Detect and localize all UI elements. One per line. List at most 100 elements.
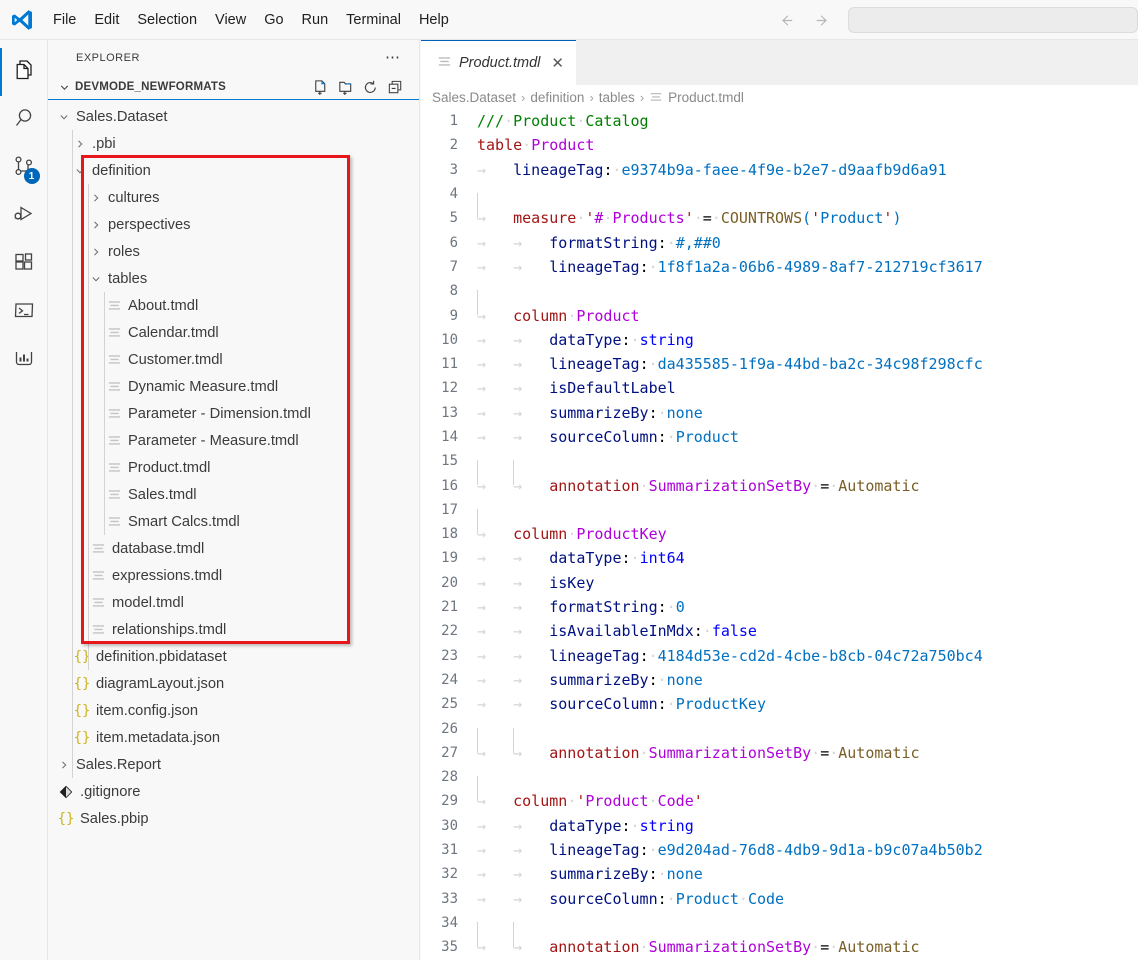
json-file-icon: {} xyxy=(56,811,76,827)
new-folder-icon[interactable] xyxy=(335,77,355,97)
menu-view[interactable]: View xyxy=(206,6,255,34)
code-line: 10→ → dataType:·string xyxy=(421,328,1138,352)
chevron-down-icon[interactable] xyxy=(88,273,104,285)
breadcrumb-item-1[interactable]: definition xyxy=(530,90,584,105)
tree-folder-row[interactable]: Sales.Dataset xyxy=(48,103,419,130)
tree-file-row[interactable]: relationships.tmdl xyxy=(48,616,419,643)
tab-indent-marker: → xyxy=(513,622,549,640)
tree-item-label: tables xyxy=(104,271,147,287)
tree-folder-row[interactable]: tables xyxy=(48,265,419,292)
activity-item-source-control[interactable]: 1 xyxy=(0,144,48,192)
workspace-folder-header[interactable]: DEVMODE_NEWFORMATS xyxy=(48,75,419,99)
chevron-down-icon[interactable] xyxy=(72,165,88,177)
tmdl-file-icon xyxy=(104,325,124,340)
tree-file-row[interactable]: database.tmdl xyxy=(48,535,419,562)
tmdl-file-icon xyxy=(88,568,108,583)
tree-folder-row[interactable]: roles xyxy=(48,238,419,265)
activity-item-explorer[interactable] xyxy=(0,48,48,96)
line-number: 25 xyxy=(421,696,477,712)
code-line: 22→ → isAvailableInMdx:·false xyxy=(421,619,1138,643)
code-line: 2table·Product xyxy=(421,133,1138,157)
arrow-left-icon[interactable] xyxy=(768,7,804,33)
chevron-right-icon[interactable] xyxy=(88,192,104,204)
breadcrumb-item-2[interactable]: tables xyxy=(599,90,635,105)
activity-item-terminal[interactable] xyxy=(0,288,48,336)
chevron-right-icon[interactable] xyxy=(56,759,72,771)
breadcrumb-item-0[interactable]: Sales.Dataset xyxy=(432,90,516,105)
source-control-badge: 1 xyxy=(24,168,40,184)
tree-file-row[interactable]: {}diagramLayout.json xyxy=(48,670,419,697)
tab-indent-marker: → xyxy=(477,209,513,227)
tree-folder-row[interactable]: Sales.Report xyxy=(48,751,419,778)
tree-item-label: expressions.tmdl xyxy=(108,568,222,584)
tree-file-row[interactable]: .gitignore xyxy=(48,778,419,805)
menu-file[interactable]: File xyxy=(44,6,85,34)
close-icon[interactable]: ✕ xyxy=(547,54,564,72)
ellipsis-icon[interactable]: ⋯ xyxy=(385,54,401,62)
tree-file-row[interactable]: {}definition.pbidataset xyxy=(48,643,419,670)
chevron-right-icon[interactable] xyxy=(88,219,104,231)
vscode-window: File Edit Selection View Go Run Terminal… xyxy=(0,0,1138,960)
tab-indent-marker: → xyxy=(513,331,549,349)
chevron-right-icon[interactable] xyxy=(72,138,88,150)
tree-folder-row[interactable]: definition xyxy=(48,157,419,184)
code-content[interactable]: 1///·Product·Catalog2table·Product3→ lin… xyxy=(421,109,1138,960)
arrow-right-icon[interactable] xyxy=(804,7,840,33)
menu-edit[interactable]: Edit xyxy=(85,6,128,34)
tree-file-row[interactable]: {}item.metadata.json xyxy=(48,724,419,751)
line-number: 35 xyxy=(421,939,477,955)
tab-indent-marker: → xyxy=(477,695,513,713)
tree-indent-guide xyxy=(88,184,89,670)
tmdl-file-icon xyxy=(104,298,124,313)
chevron-down-icon xyxy=(56,81,72,94)
tree-file-row[interactable]: model.tmdl xyxy=(48,589,419,616)
tmdl-file-icon xyxy=(649,90,663,104)
editor-tab-product-tmdl[interactable]: Product.tmdl ✕ xyxy=(421,40,576,85)
tree-file-row[interactable]: {}item.config.json xyxy=(48,697,419,724)
tab-indent-marker: → xyxy=(477,792,513,810)
tree-file-row[interactable]: expressions.tmdl xyxy=(48,562,419,589)
collapse-all-icon[interactable] xyxy=(385,77,405,97)
tree-folder-row[interactable]: perspectives xyxy=(48,211,419,238)
tree-folder-row[interactable]: cultures xyxy=(48,184,419,211)
tab-indent-marker: → xyxy=(477,841,513,859)
code-line: 23→ → lineageTag:·4184d53e-cd2d-4cbe-b8c… xyxy=(421,644,1138,668)
menu-help[interactable]: Help xyxy=(410,6,458,34)
chevron-down-icon[interactable] xyxy=(56,111,72,123)
chevron-right-icon[interactable] xyxy=(88,246,104,258)
tree-folder-row[interactable]: .pbi xyxy=(48,130,419,157)
tab-indent-marker: → xyxy=(513,671,549,689)
menu-selection[interactable]: Selection xyxy=(128,6,206,34)
line-number: 10 xyxy=(421,332,477,348)
tree-item-label: perspectives xyxy=(104,217,190,233)
tree-file-row[interactable]: {}Sales.pbip xyxy=(48,805,419,832)
tab-indent-marker: → xyxy=(477,549,513,567)
tab-indent-marker: → xyxy=(513,574,549,592)
menu-go[interactable]: Go xyxy=(255,6,292,34)
chevron-right-icon: › xyxy=(640,90,644,105)
line-text xyxy=(477,914,549,932)
run-and-debug-icon xyxy=(11,201,37,232)
activity-item-search[interactable] xyxy=(0,96,48,144)
tab-indent-marker: → xyxy=(513,744,549,762)
menu-run[interactable]: Run xyxy=(293,6,338,34)
tree-item-label: database.tmdl xyxy=(108,541,204,557)
command-center-input[interactable] xyxy=(848,7,1138,33)
line-text xyxy=(477,282,513,300)
menu-terminal[interactable]: Terminal xyxy=(337,6,410,34)
activity-item-powerbi[interactable] xyxy=(0,336,48,384)
tab-indent-marker: → xyxy=(477,598,513,616)
new-file-icon[interactable] xyxy=(310,77,330,97)
tab-indent-marker: → xyxy=(513,865,549,883)
menu-bar: File Edit Selection View Go Run Terminal… xyxy=(44,6,458,34)
breadcrumb-item-3[interactable]: Product.tmdl xyxy=(668,90,744,105)
line-number: 27 xyxy=(421,745,477,761)
line-text xyxy=(477,720,549,738)
activity-item-extensions[interactable] xyxy=(0,240,48,288)
activity-item-run-debug[interactable] xyxy=(0,192,48,240)
line-text: → → annotation·SummarizationSetBy·=·Auto… xyxy=(477,477,920,495)
tab-indent-marker: → xyxy=(513,477,549,495)
tree-item-label: About.tmdl xyxy=(124,298,198,314)
refresh-icon[interactable] xyxy=(360,77,380,97)
tree-item-label: Calendar.tmdl xyxy=(124,325,219,341)
